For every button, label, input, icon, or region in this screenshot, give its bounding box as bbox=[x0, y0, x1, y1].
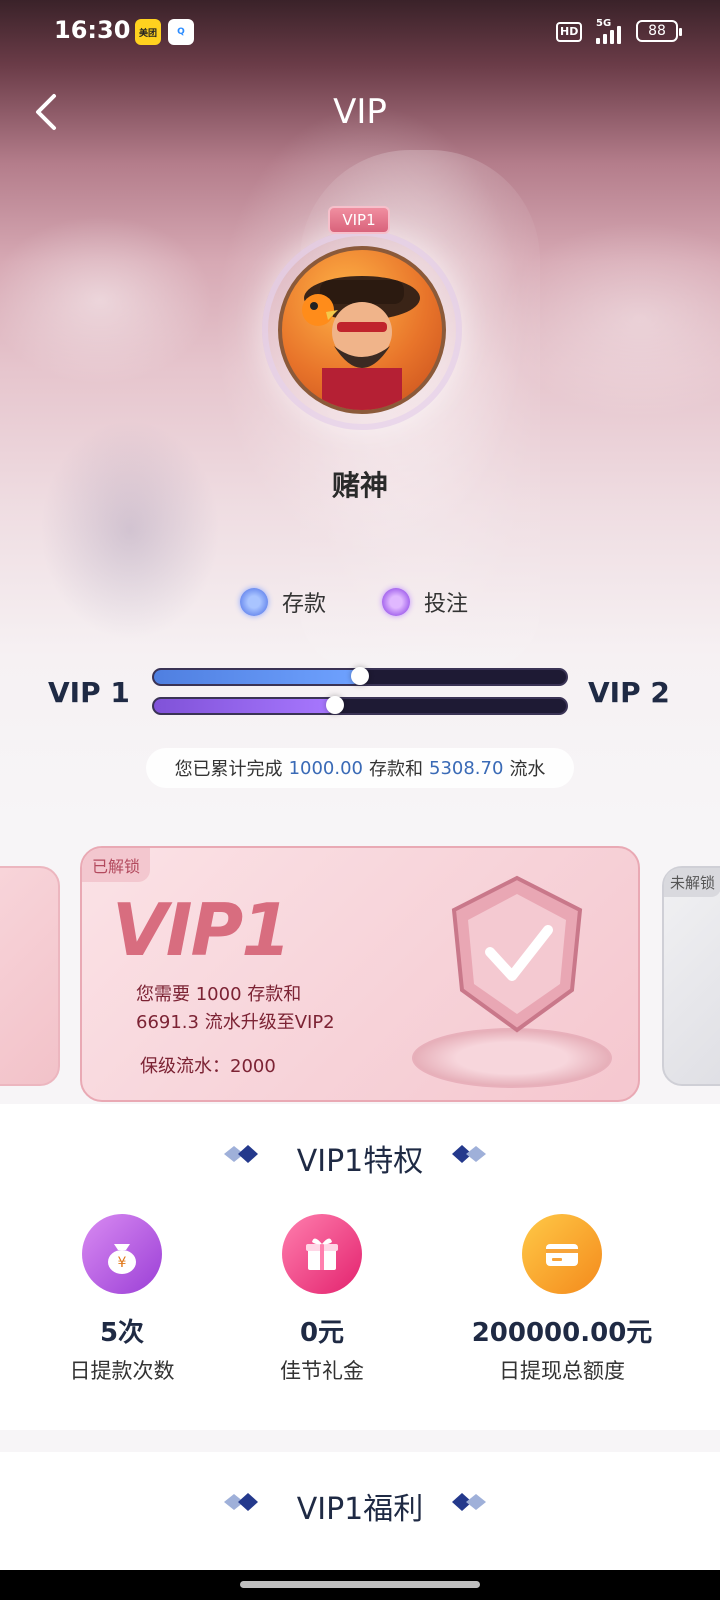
shield-check-icon bbox=[451, 875, 583, 1033]
vip-card-carousel[interactable]: 已解锁 VIP1 您需要 1000 存款和 6691.3 流水升级至VIP2 保… bbox=[0, 830, 720, 1126]
vip-level-tag: VIP1 bbox=[328, 206, 390, 234]
benefits-title: VIP1福利 bbox=[296, 1492, 424, 1527]
privilege-label: 日提款次数 bbox=[69, 1359, 175, 1383]
privilege-value: 200000.00元 bbox=[471, 1318, 653, 1348]
legend-bet-label: 投注 bbox=[424, 592, 469, 617]
bet-dot-icon bbox=[382, 588, 410, 616]
bet-progress-fill bbox=[154, 699, 336, 713]
privilege-label: 日提现总额度 bbox=[499, 1359, 625, 1383]
previous-vip-card[interactable] bbox=[0, 866, 60, 1086]
unlocked-tag: 已解锁 bbox=[82, 848, 151, 882]
deposit-dot-icon bbox=[240, 588, 268, 616]
deposit-progress-fill bbox=[154, 670, 360, 684]
summary-suffix: 流水 bbox=[509, 759, 546, 780]
upgrade-requirement-line2: 6691.3 流水升级至VIP2 bbox=[136, 1012, 335, 1033]
summary-turnover-value: 5308.70 bbox=[429, 757, 504, 779]
meituan-app-icon: 美团 bbox=[135, 19, 161, 45]
home-gesture-bar[interactable] bbox=[240, 1581, 480, 1588]
diamond-right-icon bbox=[452, 1493, 486, 1511]
next-vip-card[interactable]: 未解锁 bbox=[662, 866, 720, 1086]
money-bag-icon: ¥ bbox=[82, 1214, 162, 1294]
hd-icon: HD bbox=[556, 22, 583, 42]
gift-icon bbox=[282, 1214, 362, 1294]
summary-deposit-value: 1000.00 bbox=[288, 757, 363, 779]
deposit-progress-knob bbox=[351, 667, 369, 685]
legend-deposit-label: 存款 bbox=[282, 592, 327, 617]
current-vip-card[interactable]: 已解锁 VIP1 您需要 1000 存款和 6691.3 流水升级至VIP2 保… bbox=[80, 846, 640, 1102]
summary-prefix: 您已累计完成 bbox=[174, 759, 283, 780]
upgrade-requirement-line1: 您需要 1000 存款和 bbox=[136, 984, 302, 1005]
bet-progress-bar bbox=[152, 696, 568, 715]
legend-deposit: 存款 bbox=[240, 586, 326, 618]
summary-mid: 存款和 bbox=[369, 759, 423, 780]
status-bar: 16:30 美团 Q HD 5G 88 bbox=[0, 0, 720, 64]
privilege-label: 佳节礼金 bbox=[280, 1359, 364, 1383]
username: 赌神 bbox=[331, 469, 388, 502]
system-nav-bar bbox=[0, 1570, 720, 1600]
avatar[interactable] bbox=[278, 246, 446, 414]
pirate-avatar-icon bbox=[302, 276, 420, 410]
diamond-right-icon bbox=[452, 1145, 486, 1163]
bet-progress-knob bbox=[326, 696, 345, 714]
browser-app-icon: Q bbox=[168, 19, 194, 45]
page-title: VIP bbox=[333, 92, 387, 132]
benefits-section: VIP1福利 bbox=[0, 1452, 720, 1572]
privileges-section: VIP1特权 ¥ 5次 日提款次数 0元 佳节礼金 200000.00元 日提现… bbox=[0, 1104, 720, 1430]
svg-text:¥: ¥ bbox=[118, 1255, 127, 1271]
card-level-title: VIP1 bbox=[112, 888, 291, 972]
deposit-progress-bar bbox=[152, 667, 568, 686]
progress-summary: 您已累计完成 1000.00 存款和 5308.70 流水 bbox=[146, 748, 574, 788]
signal-icon bbox=[596, 24, 621, 44]
next-level-label: VIP 2 bbox=[588, 676, 670, 709]
locked-tag: 未解锁 bbox=[664, 868, 720, 897]
privilege-value: 5次 bbox=[99, 1318, 145, 1348]
status-time: 16:30 bbox=[54, 16, 131, 44]
privilege-item: ¥ 5次 日提款次数 bbox=[52, 1214, 192, 1385]
battery-icon: 88 bbox=[636, 20, 682, 42]
privilege-item: 200000.00元 日提现总额度 bbox=[452, 1214, 672, 1385]
privilege-item: 0元 佳节礼金 bbox=[252, 1214, 392, 1385]
keep-level-turnover: 保级流水：2000 bbox=[140, 1056, 276, 1077]
current-level-label: VIP 1 bbox=[48, 676, 130, 709]
player-decoration bbox=[40, 420, 220, 640]
privileges-title: VIP1特权 bbox=[296, 1144, 424, 1179]
privilege-value: 0元 bbox=[299, 1318, 345, 1348]
legend-bet: 投注 bbox=[382, 586, 468, 618]
card-icon bbox=[522, 1214, 602, 1294]
